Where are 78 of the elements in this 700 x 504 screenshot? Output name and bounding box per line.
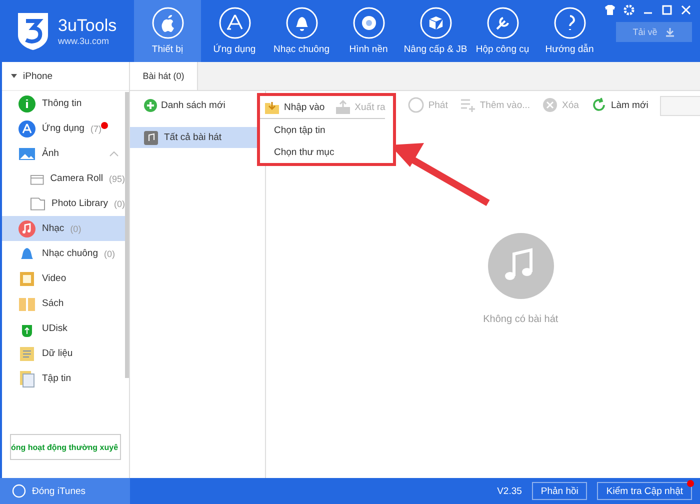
item-count: (95): [108, 174, 125, 184]
toolbar-button[interactable]: Làm mới: [590, 94, 648, 116]
sidebar-label: Ứng dụng: [42, 123, 84, 134]
toolbar-button[interactable]: Nhập vào: [264, 96, 325, 118]
sidebar-item[interactable]: Nhạc (0): [2, 216, 125, 241]
sidebar-item[interactable]: Video: [2, 266, 125, 291]
nav-tab[interactable]: Hình nền: [335, 0, 402, 62]
content-tab[interactable]: Bài hát (0): [130, 62, 198, 90]
wrench-icon: [486, 7, 518, 39]
sidebar-item[interactable]: Dữ liệu: [2, 341, 125, 366]
version-label: V2.35: [497, 486, 522, 496]
app-name: 3uTools: [58, 16, 117, 36]
sidebar-subitem[interactable]: Camera Roll (95): [2, 166, 125, 191]
app-store-icon: [218, 7, 250, 39]
refresh-icon: [590, 97, 607, 113]
app-url: www.3u.com: [58, 36, 110, 46]
box-icon: [420, 7, 452, 39]
sidebar-label: Nhạc chuông: [42, 248, 98, 259]
sidebar-label: UDisk: [42, 323, 68, 334]
sidebar-label: Photo Library: [51, 198, 108, 209]
nav-tab[interactable]: Thiết bị: [134, 0, 201, 62]
sidebar-item[interactable]: Tập tin: [2, 366, 125, 391]
sidebar-label: Video: [42, 273, 66, 284]
item-count: (0): [104, 248, 115, 258]
nav-tab[interactable]: Nhạc chuông: [268, 0, 335, 62]
item-count: (0): [114, 198, 125, 208]
maximize-icon[interactable]: [661, 4, 673, 16]
sidebar-label: Nhạc: [42, 223, 64, 234]
sidebar-subitem[interactable]: Photo Library (0): [2, 191, 125, 216]
item-count: (0): [70, 224, 82, 234]
sidebar-item[interactable]: Nhạc chuông (0): [2, 241, 125, 266]
empty-state-text: Không có bài hát: [483, 314, 558, 325]
sidebar-label: Camera Roll: [50, 173, 103, 184]
apple-icon: [152, 7, 184, 39]
scrolling-status-text: óng hoạt động thường xuyê: [10, 434, 121, 460]
question-icon: [554, 7, 586, 39]
nav-tab[interactable]: Hộp công cụ: [469, 0, 536, 62]
shirt-icon[interactable]: [604, 4, 616, 16]
item-count: (7): [90, 124, 102, 134]
sidebar-item[interactable]: Ảnh: [2, 141, 125, 166]
folder-icon: [30, 196, 46, 210]
files-icon: [18, 370, 36, 388]
circle-icon: [12, 484, 26, 498]
download-icon: [665, 27, 676, 37]
settings-icon[interactable]: [623, 4, 635, 16]
sidebar-label: Ảnh: [42, 148, 59, 159]
footer-button[interactable]: Phản hồi: [532, 482, 588, 500]
playlist-label: Tất cả bài hát: [164, 132, 222, 143]
footer-button[interactable]: Kiểm tra Cập nhật: [597, 482, 692, 500]
app-store-icon: [18, 120, 36, 138]
scrollbar[interactable]: [125, 92, 129, 378]
sidebar-item[interactable]: Ứng dụng (7): [2, 116, 125, 141]
device-name: iPhone: [23, 70, 53, 82]
sidebar-label: Sách: [42, 298, 64, 309]
itunes-status[interactable]: Đóng iTunes: [32, 486, 86, 496]
sidebar-label: Tập tin: [42, 373, 72, 384]
sidebar-item[interactable]: UDisk: [2, 316, 125, 341]
play-icon: [408, 97, 424, 113]
logo-icon: [16, 11, 50, 51]
new-playlist-button[interactable]: Danh sách mới: [144, 94, 226, 116]
info-icon: [18, 94, 36, 112]
box-up-icon: [334, 99, 351, 115]
document-icon: [18, 344, 36, 362]
list-add-icon: [460, 97, 476, 113]
sidebar-item[interactable]: Sách: [2, 291, 125, 316]
nav-tab[interactable]: Nâng cấp & JB: [402, 0, 469, 62]
plus-icon: [144, 98, 157, 112]
film-icon: [18, 270, 36, 288]
sidebar-label: Thông tin: [42, 98, 82, 109]
sidebar-item[interactable]: Thông tin: [2, 91, 125, 116]
collapse-caret-icon[interactable]: [10, 72, 18, 80]
nav-tab[interactable]: Ứng dụng: [201, 0, 268, 62]
folder-down-icon: [264, 99, 280, 115]
delete-icon: [542, 97, 558, 113]
sidebar-label: Dữ liệu: [42, 348, 73, 359]
nav-tab[interactable]: Hướng dẫn: [536, 0, 603, 62]
bell-icon: [286, 7, 318, 39]
close-icon[interactable]: [680, 4, 692, 16]
